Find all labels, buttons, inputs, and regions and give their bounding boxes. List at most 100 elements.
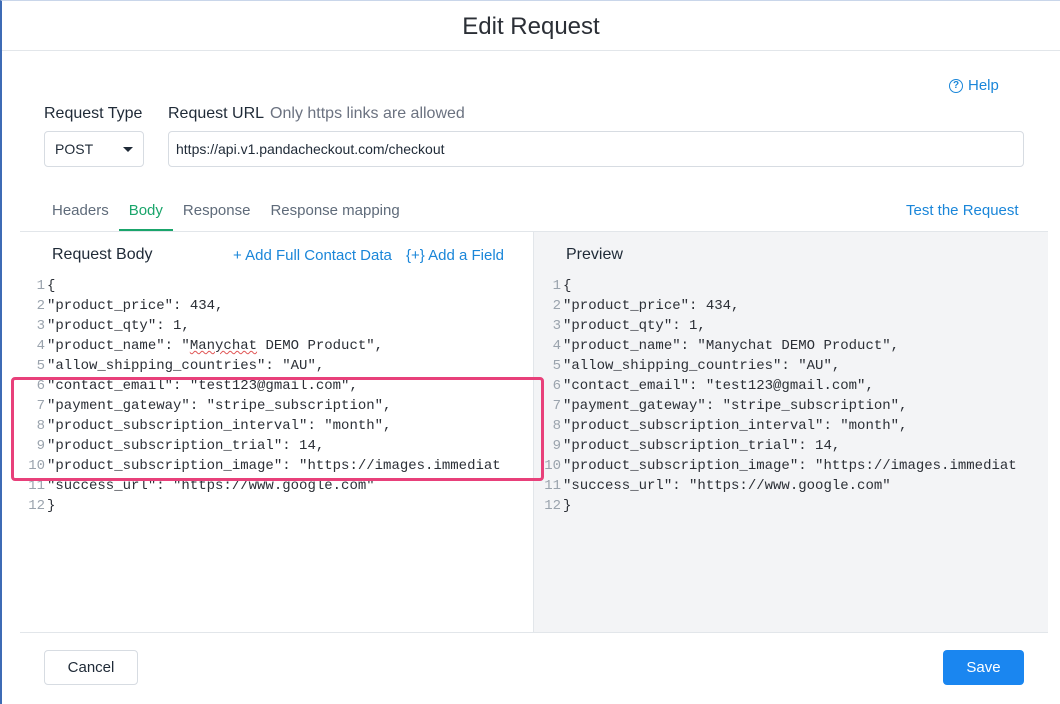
code-line: 1{: [20, 276, 533, 296]
request-url-label-group: Request URL Only https links are allowed: [168, 105, 465, 123]
line-number: 1: [36, 278, 45, 294]
code-line: 3 "product_qty": 1,: [534, 316, 1048, 336]
spellcheck-word: Manychat: [189, 338, 258, 354]
save-button[interactable]: Save: [943, 650, 1024, 685]
code-text: "product_subscription_trial": 14,: [47, 438, 325, 454]
editor-panels: Request Body + Add Full Contact Data {+}…: [20, 231, 1048, 633]
tab-response-mapping[interactable]: Response mapping: [260, 197, 409, 231]
code-text: "product_price": 434,: [563, 298, 740, 314]
line-number: 6: [36, 378, 45, 394]
request-type-label: Request Type: [44, 105, 143, 122]
code-text: "contact_email": "test123@gmail.com",: [47, 378, 358, 394]
line-number: 7: [534, 396, 563, 416]
code-line: 2 "product_price": 434,: [534, 296, 1048, 316]
code-line: 7 "payment_gateway": "stripe_subscription…: [20, 396, 533, 416]
request-url-input[interactable]: [168, 131, 1024, 167]
tab-body[interactable]: Body: [118, 197, 173, 231]
edit-request-modal: Edit Request ? Help Request Type Request…: [0, 0, 1060, 704]
test-request-link[interactable]: Test the Request: [906, 202, 1019, 219]
code-line: 5 "allow_shipping_countries": "AU",: [20, 356, 533, 376]
modal-title: Edit Request: [2, 1, 1060, 51]
code-text: "product_qty": 1,: [563, 318, 706, 334]
add-full-contact-link[interactable]: + Add Full Contact Data: [233, 247, 392, 264]
code-text: "product_subscription_interval": "month"…: [563, 418, 908, 434]
line-number: 4: [534, 336, 563, 356]
preview-code: 1{2 "product_price": 434, 3 "product_qty": …: [534, 276, 1048, 516]
code-line: 4 "product_name": "Manychat DEMO Product"…: [20, 336, 533, 356]
code-text: "payment_gateway": "stripe_subscription"…: [563, 398, 908, 414]
code-line: 2 "product_price": 434,: [20, 296, 533, 316]
code-text: "product_subscription_trial": 14,: [563, 438, 841, 454]
tab-response[interactable]: Response: [173, 197, 261, 231]
request-body-editor[interactable]: 1{2 "product_price": 434, 3 "product_qty": …: [20, 276, 533, 516]
line-number: 3: [534, 316, 563, 336]
line-number: 12: [534, 496, 563, 516]
code-text: "contact_email": "test123@gmail.com",: [563, 378, 874, 394]
code-text: "success_url": "https://www.google.com": [47, 478, 375, 494]
code-line: 11 "success_url": "https://www.google.com…: [534, 476, 1048, 496]
line-number: 3: [36, 318, 45, 334]
code-text: "product_subscription_image": "https://i…: [563, 458, 1017, 474]
help-link[interactable]: ? Help: [949, 77, 999, 94]
request-url-note: Only https links are allowed: [270, 105, 465, 122]
line-number: 5: [534, 356, 563, 376]
code-text: "allow_shipping_countries": "AU",: [563, 358, 841, 374]
code-text: "product_subscription_interval": "month"…: [47, 418, 392, 434]
line-number: 10: [28, 458, 45, 474]
preview-title: Preview: [566, 246, 623, 263]
code-line: 3 "product_qty": 1,: [20, 316, 533, 336]
line-number: 11: [28, 478, 45, 494]
line-number: 9: [36, 438, 45, 454]
caret-down-icon: [123, 147, 133, 152]
code-text: "product_name": "Manychat DEMO Product",: [563, 338, 900, 354]
code-line: 12}: [20, 496, 533, 516]
code-line: 4 "product_name": "Manychat DEMO Product"…: [534, 336, 1048, 356]
code-text: "product_qty": 1,: [47, 318, 190, 334]
line-number: 1: [534, 276, 563, 296]
tab-headers[interactable]: Headers: [42, 197, 119, 231]
code-line: 9 "product_subscription_trial": 14,: [20, 436, 533, 456]
tab-bar: Headers Body Response Response mapping: [42, 197, 410, 231]
code-text: "success_url": "https://www.google.com": [563, 478, 891, 494]
add-field-link[interactable]: {+} Add a Field: [406, 247, 504, 264]
line-number: 9: [534, 436, 563, 456]
code-text: }: [47, 498, 56, 514]
request-body-panel: Request Body + Add Full Contact Data {+}…: [20, 232, 533, 632]
code-text: "product_price": 434,: [47, 298, 224, 314]
code-text: {: [47, 278, 56, 294]
request-url-label: Request URL: [168, 105, 265, 122]
code-line: 7 "payment_gateway": "stripe_subscription…: [534, 396, 1048, 416]
code-line: 10 "product_subscription_image": "https:/…: [20, 456, 533, 476]
code-line: 8 "product_subscription_interval": "month…: [20, 416, 533, 436]
code-line: 6 "contact_email": "test123@gmail.com",: [20, 376, 533, 396]
line-number: 6: [534, 376, 563, 396]
code-line: 12}: [534, 496, 1048, 516]
line-number: 2: [36, 298, 45, 314]
code-line: 11 "success_url": "https://www.google.com…: [20, 476, 533, 496]
preview-panel: Preview 1{2 "product_price": 434, 3 "produc…: [533, 232, 1048, 632]
line-number: 2: [534, 296, 563, 316]
help-label: Help: [968, 77, 999, 94]
request-type-select[interactable]: POST: [44, 131, 144, 167]
request-type-value: POST: [55, 141, 94, 157]
line-number: 7: [36, 398, 45, 414]
code-line: 9 "product_subscription_trial": 14,: [534, 436, 1048, 456]
line-number: 4: [36, 338, 45, 354]
line-number: 10: [534, 456, 563, 476]
code-text: "product_name": "Manychat DEMO Product",: [47, 338, 384, 354]
line-number: 12: [28, 498, 45, 514]
code-text: "payment_gateway": "stripe_subscription"…: [47, 398, 392, 414]
cancel-button[interactable]: Cancel: [44, 650, 138, 685]
code-line: 1{: [534, 276, 1048, 296]
code-text: {: [563, 278, 572, 294]
line-number: 8: [534, 416, 563, 436]
code-line: 6 "contact_email": "test123@gmail.com",: [534, 376, 1048, 396]
help-circle-icon: ?: [949, 78, 963, 93]
line-number: 5: [36, 358, 45, 374]
code-text: }: [563, 498, 572, 514]
code-text: "product_subscription_image": "https://i…: [47, 458, 501, 474]
line-number: 11: [534, 476, 563, 496]
line-number: 8: [36, 418, 45, 434]
code-line: 10 "product_subscription_image": "https:/…: [534, 456, 1048, 476]
code-line: 5 "allow_shipping_countries": "AU",: [534, 356, 1048, 376]
